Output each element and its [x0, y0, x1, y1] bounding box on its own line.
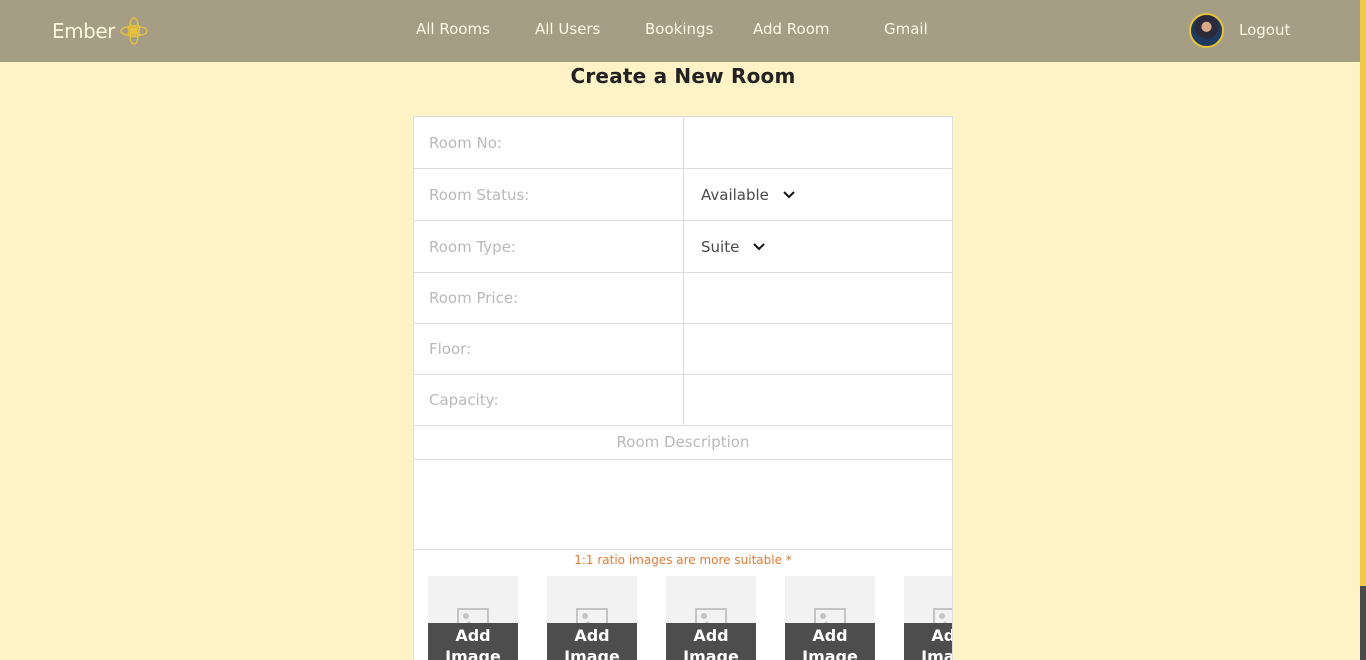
add-image-slot[interactable]: Add Image — [666, 576, 756, 660]
add-image-button[interactable]: Add Image — [904, 623, 952, 660]
capacity-cell — [684, 374, 952, 425]
nav-all-rooms[interactable]: All Rooms — [416, 20, 490, 38]
capacity-label: Capacity: — [414, 374, 684, 425]
room-price-input[interactable] — [701, 272, 952, 323]
image-upload-strip: Add Image Add Image Add Image Add Image … — [414, 576, 952, 660]
chevron-down-icon — [783, 190, 795, 198]
nav-bookings[interactable]: Bookings — [645, 20, 713, 38]
nav-all-users[interactable]: All Users — [535, 20, 600, 38]
add-image-slot[interactable]: Add Image — [785, 576, 875, 660]
row-capacity: Capacity: — [414, 374, 952, 426]
room-no-cell — [684, 117, 952, 168]
image-ratio-hint: 1:1 ratio images are more suitable * — [574, 553, 792, 567]
room-no-label: Room No: — [414, 117, 684, 168]
chevron-down-icon — [753, 242, 766, 250]
row-floor: Floor: — [414, 323, 952, 375]
room-type-cell: Suite — [684, 221, 952, 272]
room-description-input[interactable] — [414, 460, 952, 550]
add-image-button[interactable]: Add Image — [785, 623, 875, 660]
create-room-form: Room No: Room Status: Available Room Typ… — [413, 116, 953, 660]
row-room-type: Room Type: Suite — [414, 221, 952, 273]
floor-input[interactable] — [701, 323, 952, 374]
nav-add-room[interactable]: Add Room — [753, 20, 830, 38]
scrollbar-thumb[interactable] — [1360, 586, 1366, 660]
add-image-button[interactable]: Add Image — [547, 623, 637, 660]
room-status-select[interactable]: Available — [701, 186, 795, 204]
scrollbar-track[interactable] — [1360, 0, 1366, 660]
avatar[interactable] — [1189, 13, 1224, 48]
capacity-input[interactable] — [701, 374, 952, 425]
page-title: Create a New Room — [570, 64, 796, 88]
add-image-button[interactable]: Add Image — [666, 623, 756, 660]
floor-cell — [684, 323, 952, 374]
room-price-label: Room Price: — [414, 272, 684, 323]
row-room-no: Room No: — [414, 117, 952, 169]
floor-label: Floor: — [414, 323, 684, 374]
room-type-label: Room Type: — [414, 221, 684, 272]
add-image-slot[interactable]: Add Image — [904, 576, 952, 660]
add-image-slot[interactable]: Add Image — [547, 576, 637, 660]
nav-gmail[interactable]: Gmail — [884, 20, 928, 38]
room-status-label: Room Status: — [414, 169, 684, 220]
nav-links: All Rooms All Users Bookings Add Room Gm… — [0, 20, 1360, 40]
room-status-value: Available — [701, 185, 769, 204]
add-image-button[interactable]: Add Image — [428, 623, 518, 660]
row-room-price: Room Price: — [414, 272, 952, 324]
room-type-select[interactable]: Suite — [701, 237, 766, 256]
room-price-cell — [684, 272, 952, 323]
room-no-input[interactable] — [701, 117, 952, 168]
room-status-cell: Available — [684, 169, 952, 220]
room-description-label: Room Description — [414, 426, 952, 460]
room-type-value: Suite — [701, 237, 740, 256]
row-room-status: Room Status: Available — [414, 169, 952, 221]
logout-button[interactable]: Logout — [1239, 21, 1290, 39]
navbar: Ember All Rooms All Users Bookings Add R… — [0, 0, 1360, 62]
add-image-slot[interactable]: Add Image — [428, 576, 518, 660]
